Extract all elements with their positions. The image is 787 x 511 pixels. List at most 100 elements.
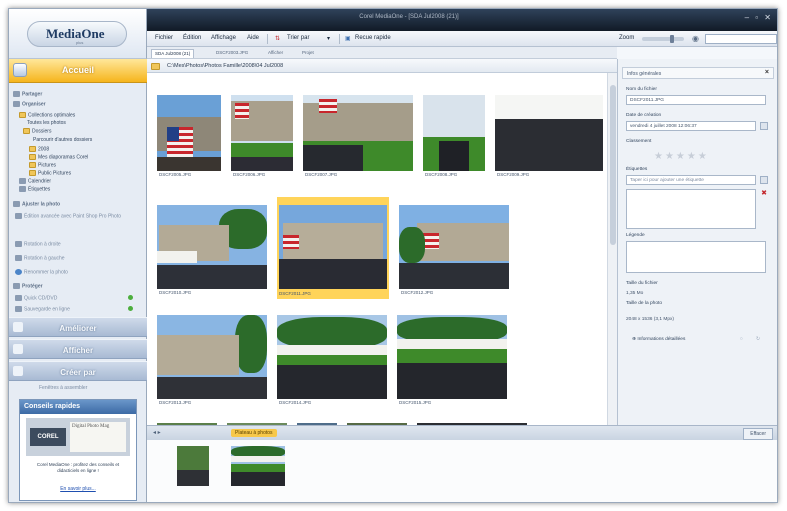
photo-thumbnail[interactable]: DSCF2005.JPG <box>157 95 221 179</box>
caption-field[interactable] <box>626 241 766 273</box>
refresh-icon[interactable]: ↻ <box>756 337 760 342</box>
size-label: Taille du fichier <box>626 281 658 286</box>
photo-thumbnail[interactable]: DSCF2013.JPG <box>157 315 267 407</box>
tab-afficher[interactable]: Afficher <box>265 49 286 58</box>
calendar-icon <box>19 178 26 184</box>
tree-item-calendar[interactable]: Calendrier <box>19 178 51 184</box>
tree-item-folders[interactable]: Dossiers <box>23 128 51 134</box>
photo-thumbnail[interactable]: DSCF2010.JPG <box>157 205 267 297</box>
tray-nav-icons[interactable]: ◂ ▸ <box>153 429 161 436</box>
section-organiser[interactable]: Organiser <box>13 101 46 107</box>
photo-image <box>277 315 387 399</box>
section-ajuster[interactable]: Ajuster la photo <box>13 201 60 207</box>
learn-more-link[interactable]: En savoir plus... <box>26 486 130 492</box>
tree-item-tags[interactable]: Étiquettes <box>19 186 50 192</box>
quick-search-icon[interactable]: ▣ <box>345 35 351 42</box>
add-tag-icon[interactable] <box>760 176 768 184</box>
photo-thumbnail[interactable]: DSCF2014.JPG <box>277 315 387 407</box>
date-field[interactable]: vendredi 4 juillet 2008 12:06:37 <box>626 121 756 131</box>
folder-icon <box>29 146 36 152</box>
photo-filename: DSCF2013.JPG <box>159 400 192 405</box>
display-button[interactable]: Afficher <box>9 339 147 359</box>
remove-tag-icon[interactable]: ✖ <box>760 190 768 198</box>
photo-thumbnail[interactable]: DSCF2008.JPG <box>423 95 485 179</box>
rating-label: Classement <box>626 139 652 144</box>
tray-content <box>147 440 777 502</box>
tags-label: Étiquettes <box>626 167 648 172</box>
tab-projet[interactable]: Projet <box>299 49 317 58</box>
search-input[interactable] <box>705 34 777 44</box>
tree-item-diaporamas[interactable]: Mes diaporamas Corel <box>29 154 88 160</box>
sort-icon[interactable]: ⇅ <box>275 35 280 42</box>
window-controls[interactable]: – ▫ ✕ <box>745 13 773 22</box>
detailed-info-toggle[interactable]: ⊕ Informations détaillées <box>632 337 685 342</box>
close-icon[interactable]: × <box>765 69 769 76</box>
section-proteger[interactable]: Protéger <box>13 283 43 289</box>
photo-filename: DSCF2014.JPG <box>279 400 312 405</box>
tag-input[interactable]: Taper ici pour ajouter une étiquette <box>626 175 756 185</box>
tray-clear-button[interactable]: Effacer <box>743 428 773 440</box>
photo-thumbnail[interactable]: DSCF2006.JPG <box>231 95 293 179</box>
tab-photo[interactable]: DSCF2003.JPG <box>213 49 251 58</box>
action-online-backup[interactable]: Sauvegarde en ligne <box>15 306 143 312</box>
tree-item-public-pictures[interactable]: Public Pictures <box>29 170 71 176</box>
corel-logo: COREL <box>30 428 66 446</box>
photo-image <box>157 315 267 399</box>
tab-folder[interactable]: SDA Jul2008 (21) <box>151 49 195 58</box>
create-button[interactable]: Créer par <box>9 361 147 381</box>
menu-aide[interactable]: Aide <box>247 35 259 41</box>
dims-value: 2048 x 1536 (3,1 Mpx) <box>626 317 674 322</box>
zoom-slider[interactable] <box>642 35 684 43</box>
photo-filename: DSCF2006.JPG <box>233 172 266 177</box>
photo-image <box>399 205 509 289</box>
photo-image <box>157 95 221 171</box>
photo-image <box>303 95 413 171</box>
gallery-scrollbar[interactable] <box>607 73 617 425</box>
tree-item-all-photos[interactable]: Toutes les photos <box>27 120 66 126</box>
camera-icon[interactable]: ◉ <box>692 34 702 43</box>
zoom-slider-handle[interactable] <box>670 35 674 43</box>
rating-stars[interactable]: ★★★★★ <box>654 151 709 162</box>
photo-thumbnail[interactable]: DSCF2007.JPG <box>303 95 413 179</box>
action-quick-cd[interactable]: Quick CD/DVD <box>15 295 143 301</box>
tray-photo[interactable] <box>231 446 285 486</box>
section-partager[interactable]: Partager <box>13 91 42 97</box>
enhance-button[interactable]: Améliorer <box>9 317 147 337</box>
tree-item-pictures[interactable]: Pictures <box>29 162 56 168</box>
photo-thumbnail[interactable]: DSCF2015.JPG <box>397 315 507 407</box>
action-edit-psp[interactable]: Édition avancée avec Paint Shop Pro Phot… <box>15 213 133 219</box>
breadcrumb-tabs: SDA Jul2008 (21) DSCF2003.JPG Afficher P… <box>147 47 617 59</box>
tree-item-browse[interactable]: Parcourir d'autres dossiers <box>33 137 92 143</box>
disc-icon <box>15 295 22 301</box>
menu-separator <box>267 34 268 44</box>
action-rotate-left[interactable]: Rotation à gauche <box>15 255 65 261</box>
tips-promo-image[interactable]: COREL Digital Photo Mag <box>26 418 130 456</box>
photo-thumbnail-selected[interactable]: DSCF2011.JPG <box>277 197 389 299</box>
tray-photo[interactable] <box>177 446 209 486</box>
photo-filename: DSCF2012.JPG <box>401 290 434 295</box>
action-rename[interactable]: Renommer la photo <box>15 269 68 275</box>
menu-fichier[interactable]: Fichier <box>155 35 173 41</box>
calendar-picker-icon[interactable] <box>760 122 768 130</box>
backup-icon <box>15 306 22 312</box>
filename-field[interactable]: DSCF2011.JPG <box>626 95 766 105</box>
menu-separator <box>339 34 340 44</box>
sort-menu[interactable]: Trier par <box>287 35 309 41</box>
tree-item-collections[interactable]: Collections optimales <box>19 112 75 118</box>
scrollbar-thumb[interactable] <box>610 85 616 245</box>
action-rotate-right[interactable]: Rotation à droite <box>15 241 61 247</box>
tree-item-2008[interactable]: 2008 <box>29 146 49 152</box>
photo-image <box>495 95 603 171</box>
photo-thumbnail[interactable]: DSCF2009.JPG <box>495 95 603 179</box>
tags-list[interactable] <box>626 189 756 229</box>
home-label: Accueil <box>61 65 94 75</box>
menu-affichage[interactable]: Affichage <box>211 35 236 41</box>
folder-icon <box>29 154 36 160</box>
home-button[interactable]: Accueil <box>9 59 147 83</box>
assemble-windows-link[interactable]: Fenêtres à assembler <box>39 385 87 391</box>
quick-search-button[interactable]: Recue rapide <box>355 35 391 41</box>
menu-edition[interactable]: Édition <box>183 35 201 41</box>
sort-dropdown-icon[interactable]: ▾ <box>327 35 330 42</box>
photo-thumbnail[interactable]: DSCF2012.JPG <box>399 205 509 297</box>
help-icon[interactable]: ○ <box>740 337 743 342</box>
